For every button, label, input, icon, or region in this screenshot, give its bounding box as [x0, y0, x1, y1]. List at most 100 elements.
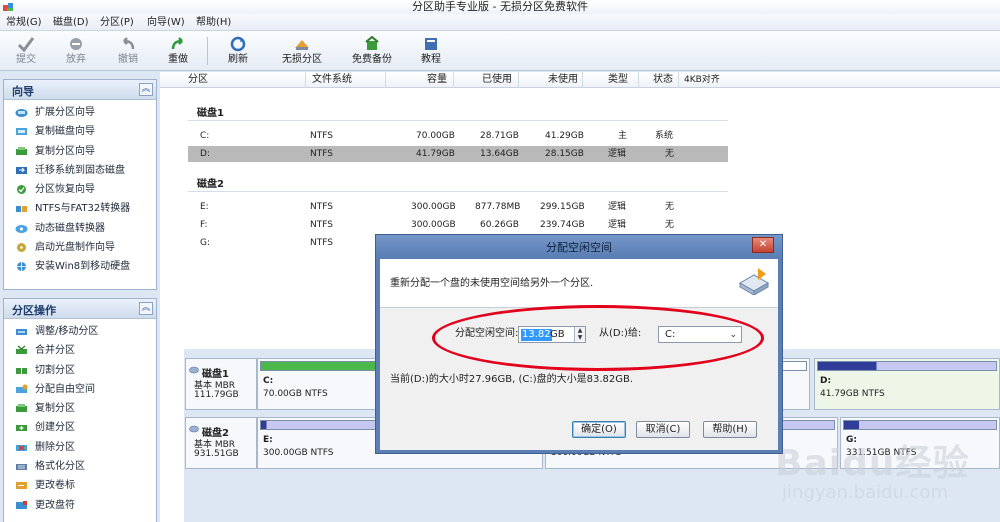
cancel-button[interactable]: 取消(C) — [636, 421, 690, 438]
partition-d-name: D: — [820, 376, 832, 386]
cell-filesystem: NTFS — [310, 149, 333, 159]
partition-ops-header: 分区操作 ︽ — [4, 299, 156, 319]
wizard-item-boot-cd[interactable]: 启动光盘制作向导 — [4, 238, 156, 257]
cell-capacity: 300.00GB — [411, 202, 456, 212]
menu-wizard[interactable]: 向导(W) — [147, 15, 185, 30]
op-delete[interactable]: 删除分区 — [4, 438, 156, 457]
menu-general[interactable]: 常规(G) — [6, 15, 42, 30]
toolbar: 提交 放弃 撤销 重做 刷新 无损分区 免费备份 教程 — [0, 31, 1000, 71]
disk2-map-size: 931.51GB — [194, 449, 239, 459]
backup-icon — [365, 36, 379, 50]
table-row[interactable]: E: NTFS 300.00GB 877.78MB 299.15GB 逻辑 无 — [188, 199, 728, 215]
cell-partition: E: — [200, 202, 209, 212]
wizard-item-win8-usb[interactable]: 安装Win8到移动硬盘 — [4, 257, 156, 276]
table-row-selected[interactable]: D: NTFS 41.79GB 13.64GB 28.15GB 逻辑 无 — [188, 146, 728, 162]
disk-divider — [188, 191, 728, 192]
redo-label: 重做 — [168, 54, 188, 65]
tutorial-book-icon — [425, 38, 437, 50]
col-capacity[interactable]: 容量 — [427, 74, 447, 86]
disk1-label: 磁盘1 — [197, 108, 224, 119]
wizard-item-copy-disk[interactable]: 复制磁盘向导 — [4, 122, 156, 141]
menu-partition[interactable]: 分区(P) — [100, 15, 134, 30]
wizard-item-label: 分区恢复向导 — [35, 184, 95, 196]
backup-label: 免费备份 — [352, 54, 392, 65]
wizard-item-ntfs-fat32[interactable]: NTFS与FAT32转换器 — [4, 199, 156, 218]
redo-button[interactable]: 重做 — [160, 33, 196, 69]
col-partition[interactable]: 分区 — [188, 74, 208, 86]
cell-free: 28.15GB — [545, 149, 584, 159]
wizard-section: 向导 ︽ 扩展分区向导 复制磁盘向导 复制分区向导 迁移系统到固态磁盘 分区恢复… — [3, 79, 157, 290]
wizard-item-label: 启动光盘制作向导 — [35, 242, 115, 254]
op-create[interactable]: 创建分区 — [4, 418, 156, 437]
menu-bar: 常规(G) 磁盘(D) 分区(P) 向导(W) 帮助(H) — [0, 14, 1000, 31]
dynamic-disk-icon — [15, 224, 28, 233]
col-status[interactable]: 状态 — [653, 74, 673, 86]
cell-type: 逻辑 — [608, 202, 627, 212]
cell-status: 系统 — [655, 131, 674, 141]
menu-help[interactable]: 帮助(H) — [196, 15, 231, 30]
table-row[interactable]: F: NTFS 300.00GB 60.26GB 239.74GB 逻辑 无 — [188, 217, 728, 233]
free-backup-button[interactable]: 免费备份 — [350, 33, 394, 69]
wizard-item-recovery[interactable]: 分区恢复向导 — [4, 180, 156, 199]
refresh-button[interactable]: 刷新 — [220, 33, 256, 69]
wizard-item-dynamic-disk[interactable]: 动态磁盘转换器 — [4, 219, 156, 238]
collapse-icon[interactable]: ︽ — [139, 302, 153, 315]
op-split[interactable]: 切割分区 — [4, 361, 156, 380]
discard-button[interactable]: 放弃 — [58, 33, 94, 69]
disk1-map-box[interactable]: 磁盘1 基本 MBR 111.79GB — [185, 358, 257, 410]
partition-g-usage-bar — [843, 420, 997, 430]
undo-button[interactable]: 撤销 — [110, 33, 146, 69]
convert-icon — [16, 206, 27, 213]
close-icon[interactable]: ✕ — [752, 237, 774, 253]
disk2-map-box[interactable]: 磁盘2 基本 MBR 931.51GB — [185, 417, 257, 469]
op-resize-move[interactable]: 调整/移动分区 — [4, 322, 156, 341]
help-button[interactable]: 帮助(H) — [703, 421, 757, 438]
cell-type: 逻辑 — [608, 220, 627, 230]
cell-used: 60.26GB — [480, 220, 519, 230]
op-label: 更改卷标 — [35, 480, 75, 492]
op-change-letter[interactable]: 更改盘符 — [4, 496, 156, 515]
undo-label: 撤销 — [118, 54, 138, 65]
collapse-icon[interactable]: ︽ — [139, 83, 153, 96]
window-title: 分区助手专业版 - 无损分区免费软件 — [412, 0, 588, 13]
drive-letter-icon — [16, 500, 27, 509]
col-type[interactable]: 类型 — [608, 74, 628, 86]
op-copy[interactable]: 复制分区 — [4, 399, 156, 418]
wizard-item-label: 动态磁盘转换器 — [35, 222, 105, 234]
op-label: 切割分区 — [35, 364, 75, 376]
tutorial-button[interactable]: 教程 — [416, 33, 446, 69]
partition-d-map[interactable]: D: 41.79GB NTFS — [814, 358, 1000, 410]
table-row[interactable]: C: NTFS 70.00GB 28.71GB 41.29GB 主 系统 — [188, 128, 728, 144]
cell-type: 主 — [618, 131, 628, 141]
wizard-item-migrate-ssd[interactable]: 迁移系统到固态磁盘 — [4, 161, 156, 180]
watermark-site: jingyan.baidu.com — [782, 482, 949, 503]
op-merge[interactable]: 合并分区 — [4, 341, 156, 360]
wizard-item-label: 扩展分区向导 — [35, 107, 95, 118]
col-used[interactable]: 已使用 — [482, 74, 512, 86]
disk-allocate-icon — [738, 268, 770, 295]
col-free[interactable]: 未使用 — [548, 74, 578, 86]
column-header: 分区 文件系统 容量 已使用 未使用 类型 状态 4KB对齐 — [160, 72, 1000, 88]
copy-icon — [16, 404, 27, 413]
partition-e-name: E: — [263, 435, 273, 445]
wizard-item-extend[interactable]: 扩展分区向导 — [4, 103, 156, 122]
column-divider — [678, 72, 679, 88]
col-4kb-align[interactable]: 4KB对齐 — [684, 74, 720, 86]
format-icon — [16, 464, 27, 471]
cell-status: 无 — [665, 220, 675, 230]
menu-disk[interactable]: 磁盘(D) — [53, 15, 89, 30]
wizard-item-copy-partition[interactable]: 复制分区向导 — [4, 142, 156, 161]
op-format[interactable]: 格式化分区 — [4, 457, 156, 476]
op-change-label[interactable]: 更改卷标 — [4, 476, 156, 495]
op-allocate-free-space[interactable]: 分配自由空间 — [4, 380, 156, 399]
cell-capacity: 300.00GB — [411, 220, 456, 230]
migrate-ssd-icon — [16, 166, 27, 174]
col-filesystem[interactable]: 文件系统 — [312, 74, 352, 86]
lossless-partition-button[interactable]: 无损分区 — [280, 33, 324, 69]
submit-button[interactable]: 提交 — [8, 33, 44, 69]
cell-used: 28.71GB — [480, 131, 519, 141]
ok-button[interactable]: 确定(O) — [572, 421, 626, 438]
cell-status: 无 — [665, 202, 675, 212]
cell-capacity: 41.79GB — [416, 149, 455, 159]
cell-capacity: 70.00GB — [416, 131, 455, 141]
